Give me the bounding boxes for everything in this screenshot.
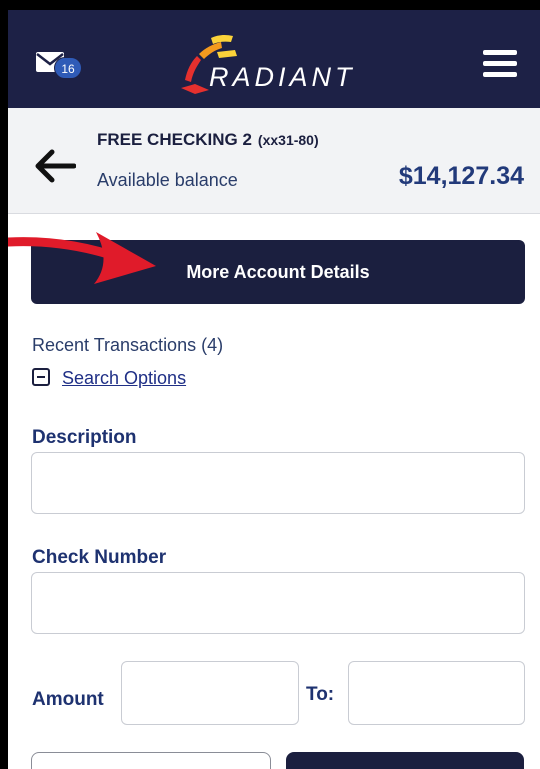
more-account-details-button[interactable]: More Account Details (31, 240, 525, 304)
search-options-link[interactable]: Search Options (62, 368, 186, 388)
account-mask: (xx31-80) (257, 132, 319, 148)
description-label: Description (32, 427, 137, 448)
amount-from-input[interactable] (121, 661, 299, 725)
account-name-text: FREE CHECKING 2 (97, 130, 252, 149)
amount-to-input[interactable] (348, 661, 525, 725)
recent-transactions-label: Recent Transactions (4) (32, 335, 224, 355)
available-balance-label: Available balance (97, 170, 238, 190)
secondary-action-button[interactable] (31, 752, 271, 769)
back-arrow-icon[interactable] (32, 148, 76, 184)
search-options-toggle[interactable]: Search Options (32, 368, 186, 389)
app-screen: 16 RADIANT FREE CHECKING 2 (xx31-80) Avai… (8, 10, 540, 769)
check-number-input[interactable] (31, 572, 525, 634)
amount-to-label: To: (306, 684, 335, 705)
primary-action-button[interactable] (286, 752, 524, 769)
collapse-minus-icon[interactable] (32, 368, 50, 386)
amount-label: Amount (32, 689, 104, 710)
radiant-logo: RADIANT (173, 32, 373, 96)
logo-wordmark: RADIANT (209, 62, 356, 92)
available-balance-amount: $14,127.34 (398, 162, 524, 190)
account-name: FREE CHECKING 2 (xx31-80) (97, 130, 319, 150)
hamburger-menu-icon[interactable] (483, 50, 517, 78)
description-input[interactable] (31, 452, 525, 514)
unread-count-badge: 16 (54, 57, 82, 79)
check-number-label: Check Number (32, 547, 167, 568)
account-summary: FREE CHECKING 2 (xx31-80) Available balan… (8, 108, 540, 214)
app-header: 16 RADIANT (8, 10, 540, 108)
